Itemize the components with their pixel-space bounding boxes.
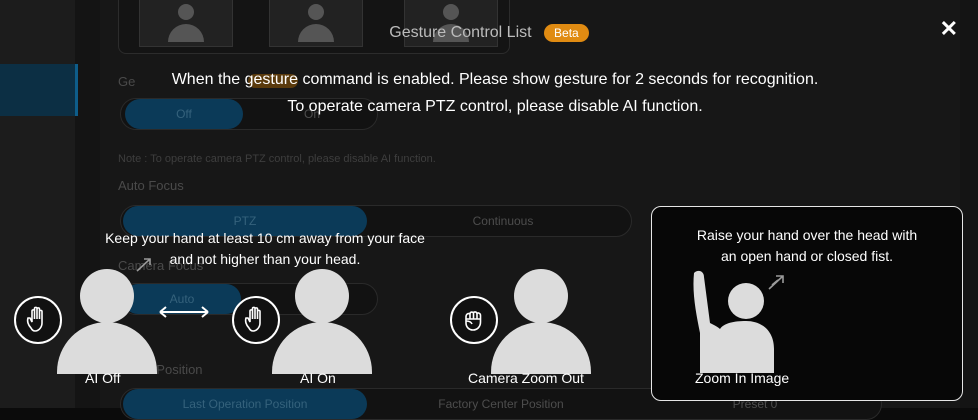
instruction-raise-hand: Raise your hand over the head with an op… bbox=[652, 225, 962, 267]
open-hand-icon bbox=[14, 296, 62, 344]
hand-up-arrow-icon bbox=[768, 275, 784, 290]
dialog-header: Gesture Control List Beta bbox=[0, 24, 978, 42]
gesture-caption: Zoom In Image bbox=[695, 370, 790, 386]
zoom-in-image-card: Raise your hand over the head with an op… bbox=[651, 206, 963, 401]
dialog-title: Gesture Control List bbox=[389, 24, 532, 41]
notice-line: To operate camera PTZ control, please di… bbox=[287, 98, 703, 115]
gesture-caption: AI On bbox=[300, 370, 336, 386]
instruction-line: Raise your hand over the head with bbox=[696, 227, 918, 243]
notice-line: When the gesture command is enabled. Ple… bbox=[171, 71, 819, 88]
gesture-notice: When the gesture command is enabled. Ple… bbox=[0, 66, 978, 120]
person-head bbox=[514, 269, 568, 323]
home-factory-position-option[interactable]: Factory Center Position bbox=[379, 389, 623, 419]
home-last-position-option[interactable]: Last Operation Position bbox=[123, 389, 367, 419]
instruction-line: and not higher than your head. bbox=[169, 251, 361, 267]
instruction-hand-distance: Keep your hand at least 10 cm away from … bbox=[60, 228, 470, 270]
closed-fist-icon bbox=[450, 296, 498, 344]
auto-focus-label: Auto Focus bbox=[118, 178, 184, 193]
beta-badge: Beta bbox=[544, 24, 589, 42]
person-head bbox=[80, 269, 134, 323]
open-hand-icon bbox=[232, 296, 280, 344]
hand-up-arrow-icon bbox=[136, 258, 151, 272]
gesture-caption: AI Off bbox=[85, 370, 121, 386]
ptz-note: Note : To operate camera PTZ control, pl… bbox=[118, 153, 436, 165]
person-head bbox=[295, 269, 349, 323]
close-icon[interactable]: ✕ bbox=[940, 16, 958, 42]
gesture-caption: Camera Zoom Out bbox=[468, 370, 584, 386]
double-arrow-icon bbox=[159, 306, 209, 318]
instruction-line: Keep your hand at least 10 cm away from … bbox=[105, 230, 425, 246]
